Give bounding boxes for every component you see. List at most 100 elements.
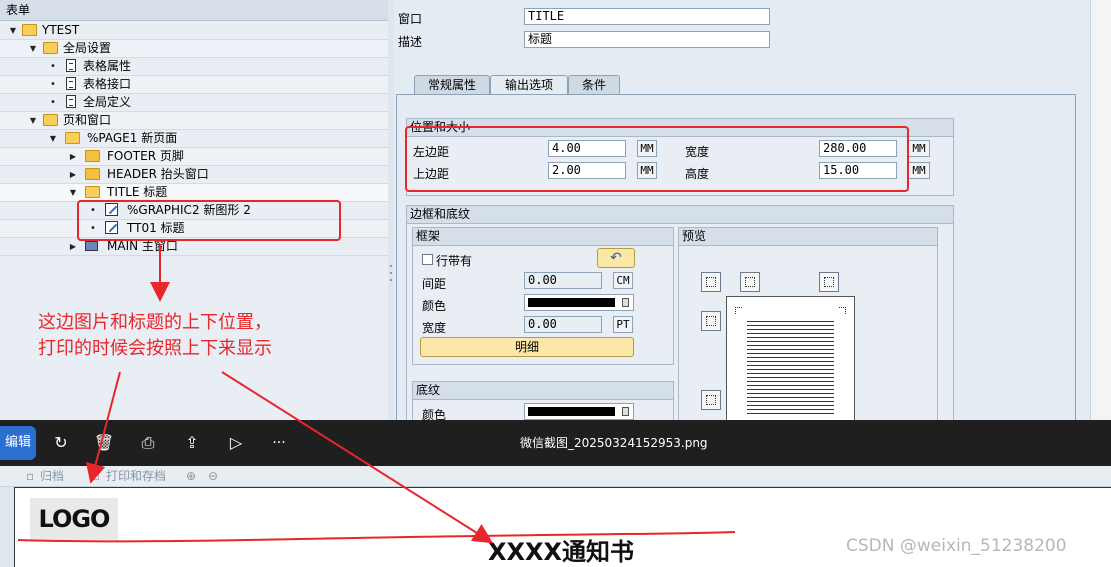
archive-icon[interactable]: ▫: [26, 466, 34, 486]
tree-node-footer[interactable]: ▶ FOOTER 页脚: [0, 148, 388, 166]
tree-header-label: 表单: [6, 3, 31, 17]
expand-toggle-icon[interactable]: ▶: [68, 166, 78, 183]
document-toolbar: ▫ 归档 ▫ 打印和存档 ⊕ ⊖: [0, 466, 1111, 487]
tab-conditions[interactable]: 条件: [568, 75, 620, 94]
tree-node-label: TITLE 标题: [107, 185, 168, 199]
folder-open-icon: [43, 114, 58, 126]
folder-open-icon: [85, 186, 100, 198]
spacing-unit[interactable]: CM: [613, 272, 633, 289]
folder-open-icon: [65, 132, 80, 144]
expand-toggle-icon[interactable]: ▼: [28, 40, 38, 57]
border-bottom-icon[interactable]: [701, 390, 721, 410]
shading-color-picker[interactable]: [524, 403, 634, 420]
edit-button[interactable]: 编辑: [0, 426, 36, 460]
tree-node-label: 全局定义: [83, 95, 132, 109]
right-gutter: [1090, 0, 1111, 420]
tab-output-options[interactable]: 输出选项: [490, 75, 568, 95]
description-label: 描述: [398, 35, 423, 49]
delete-icon[interactable]: 🗑: [93, 432, 115, 454]
tree-node-global-definitions[interactable]: • 全局定义: [0, 94, 388, 112]
print-icon[interactable]: ⎙: [137, 432, 159, 454]
zoom-in-icon[interactable]: ⊕: [186, 466, 196, 486]
zoom-out-icon[interactable]: ⊖: [208, 466, 218, 486]
bullet-icon: •: [50, 97, 56, 108]
border-inner-icon[interactable]: [740, 272, 760, 292]
bullet-icon: •: [50, 79, 56, 90]
undo-icon: ↶: [610, 250, 622, 266]
expand-toggle-icon[interactable]: ▶: [68, 148, 78, 165]
graphic-highlight-box: [77, 200, 341, 241]
frame-width-label: 宽度: [422, 321, 447, 335]
window-icon: [85, 241, 98, 251]
folder-icon: [85, 168, 100, 180]
folder-open-icon: [22, 24, 37, 36]
undo-button[interactable]: ↶: [597, 248, 635, 268]
slideshow-icon[interactable]: ▷: [225, 432, 247, 454]
expand-toggle-icon[interactable]: ▼: [8, 22, 18, 39]
border-right-icon[interactable]: [819, 272, 839, 292]
image-viewer-toolbar: 编辑 ↻ 🗑 ⎙ ⇪ ▷ ··· 微信截图_20250324152953.png: [0, 420, 1111, 466]
tree-node-pages-windows[interactable]: ▼ 页和窗口: [0, 112, 388, 130]
document-icon: [66, 77, 76, 90]
position-highlight-box: [405, 126, 909, 192]
folder-icon: [85, 150, 100, 162]
color-picker-icon: [622, 407, 629, 416]
description-field[interactable]: 标题: [524, 31, 770, 48]
tree-node-form-interface[interactable]: • 表格接口: [0, 76, 388, 94]
tree-node-label: 表格属性: [83, 59, 132, 73]
frame-color-picker[interactable]: [524, 294, 634, 311]
shading-title: 底纹: [413, 382, 673, 400]
spacing-label: 间距: [422, 277, 447, 291]
tree-node-header-window[interactable]: ▶ HEADER 抬头窗口: [0, 166, 388, 184]
line-with-checkbox[interactable]: [422, 254, 433, 265]
tree-header: 表单: [0, 0, 388, 21]
annotation-line2: 打印的时候会按照上下来显示: [38, 338, 272, 359]
frame-color-label: 颜色: [422, 299, 447, 313]
frame-width-field[interactable]: 0.00: [524, 316, 602, 333]
tree-node-page1[interactable]: ▼ %PAGE1 新页面: [0, 130, 388, 148]
document-title: XXXX通知书: [488, 538, 635, 566]
viewer-filename: 微信截图_20250324152953.png: [520, 436, 708, 450]
tree-node-label: FOOTER 页脚: [107, 149, 184, 163]
tree-node-form-attributes[interactable]: • 表格属性: [0, 58, 388, 76]
print-archive-icon[interactable]: ▫: [92, 466, 100, 486]
preview-title: 预览: [679, 228, 937, 246]
border-shading-title: 边框和底纹: [407, 206, 953, 224]
tree-node-label: YTEST: [42, 23, 80, 37]
document-icon: [66, 95, 76, 108]
frame-title: 框架: [413, 228, 673, 246]
more-icon[interactable]: ···: [268, 432, 290, 454]
border-all-icon[interactable]: [701, 272, 721, 292]
tree-node-ytest[interactable]: ▼ YTEST: [0, 22, 388, 40]
line-with-label: 行带有: [436, 254, 473, 268]
width-unit[interactable]: MM: [908, 140, 930, 157]
share-icon[interactable]: ⇪: [181, 432, 203, 454]
watermark: CSDN @weixin_51238200: [846, 536, 1067, 556]
print-archive-button[interactable]: 打印和存档: [106, 466, 166, 486]
tree-node-label: HEADER 抬头窗口: [107, 167, 209, 181]
tab-general-attributes[interactable]: 常规属性: [414, 75, 490, 94]
tree-node-label: 表格接口: [83, 77, 132, 91]
tree-node-label: 页和窗口: [63, 113, 112, 127]
document-icon: [66, 59, 76, 72]
archive-button[interactable]: 归档: [40, 466, 64, 486]
folder-open-icon: [43, 42, 58, 54]
spacing-field[interactable]: 0.00: [524, 272, 602, 289]
expand-toggle-icon[interactable]: ▶: [68, 238, 78, 255]
expand-toggle-icon[interactable]: ▼: [48, 130, 58, 147]
border-preview-page: [726, 296, 855, 430]
expand-toggle-icon[interactable]: ▼: [68, 184, 78, 201]
logo-image: LOGO: [30, 498, 118, 540]
detail-button[interactable]: 明细: [420, 337, 634, 357]
bullet-icon: •: [50, 61, 56, 72]
tree-node-global-settings[interactable]: ▼ 全局设置: [0, 40, 388, 58]
rotate-icon[interactable]: ↻: [50, 432, 72, 454]
window-label: 窗口: [398, 12, 423, 26]
height-unit[interactable]: MM: [908, 162, 930, 179]
expand-toggle-icon[interactable]: ▼: [28, 112, 38, 129]
annotation-line1: 这边图片和标题的上下位置，: [38, 312, 272, 333]
window-name-field[interactable]: TITLE: [524, 8, 770, 25]
border-left-icon[interactable]: [701, 311, 721, 331]
frame-width-unit[interactable]: PT: [613, 316, 633, 333]
tree-node-label: 全局设置: [63, 41, 112, 55]
